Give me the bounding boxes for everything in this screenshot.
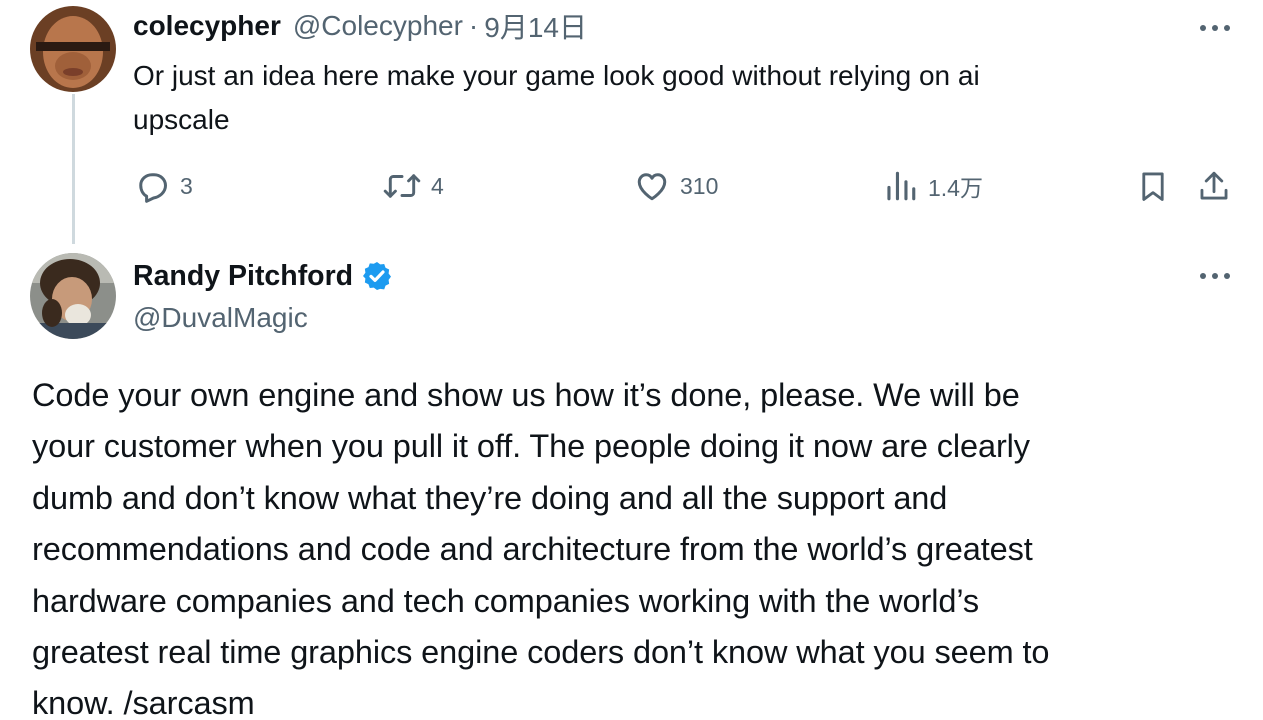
reply-handle[interactable]: @Colecypher [293, 10, 463, 42]
avatar-image [30, 6, 116, 92]
bookmark-icon [1142, 172, 1164, 201]
views-count: 1.4万 [928, 175, 983, 201]
main-text-line: hardware companies and tech companies wo… [32, 582, 980, 619]
avatar-colecypher[interactable] [30, 6, 116, 92]
reply-date[interactable]: 9月14日 [484, 6, 587, 46]
avatar-image [30, 253, 116, 339]
like-icon [637, 173, 667, 201]
share-icon [1200, 171, 1228, 200]
more-icon [1200, 25, 1230, 31]
reply-display-name[interactable]: colecypher [133, 10, 281, 42]
main-tweet-text: Code your own engine and show us how it’… [32, 370, 1247, 720]
retweet-count: 4 [431, 172, 444, 199]
main-display-name[interactable]: Randy Pitchford [133, 260, 353, 293]
retweet-icon [383, 174, 421, 198]
like-count: 310 [680, 172, 719, 199]
more-icon [1200, 273, 1230, 279]
reply-button[interactable]: 3 [134, 166, 193, 206]
reply-count: 3 [180, 172, 193, 199]
reply-icon [139, 173, 167, 203]
share-button[interactable] [1197, 166, 1231, 206]
main-handle-line: @DuvalMagic [133, 300, 308, 336]
main-text-line: know. /sarcasm [32, 685, 255, 720]
main-text-line: your customer when you pull it off. The … [32, 428, 1030, 465]
reply-separator: · [468, 10, 479, 41]
views-icon [887, 171, 916, 201]
bookmark-button[interactable] [1136, 166, 1170, 206]
reply-name-line: colecypher @Colecypher · 9月14日 [133, 8, 587, 44]
reply-text-line: Or just an idea here make your game look… [133, 60, 980, 91]
reply-more-button[interactable] [1195, 16, 1235, 40]
main-text-line: Code your own engine and show us how it’… [32, 377, 1020, 413]
views-button[interactable]: 1.4万 [884, 166, 983, 206]
reply-text-line: upscale [133, 104, 230, 135]
reply-action-bar: 3 4 310 1.4万 [0, 166, 1263, 206]
main-handle[interactable]: @DuvalMagic [133, 302, 308, 334]
like-button[interactable]: 310 [634, 166, 718, 206]
reply-tweet-text: Or just an idea here make your game look… [133, 54, 1173, 142]
main-text-line: recommendations and code and architectur… [32, 531, 1033, 568]
retweet-button[interactable]: 4 [383, 166, 444, 206]
avatar-randy-pitchford[interactable] [30, 253, 116, 339]
main-more-button[interactable] [1195, 264, 1235, 288]
main-text-line: greatest real time graphics engine coder… [32, 634, 1050, 671]
main-name-line: Randy Pitchford [133, 256, 393, 296]
main-text-line: dumb and don’t know what they’re doing a… [32, 479, 948, 516]
verified-badge-icon [363, 262, 392, 290]
